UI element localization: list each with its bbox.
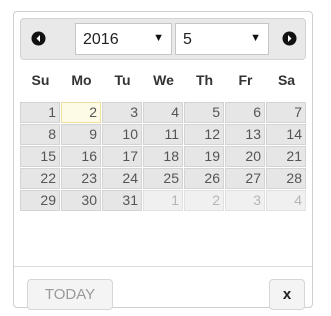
weekday-header-row: Su Mo Tu We Th Fr Sa [20, 72, 306, 104]
day-cell[interactable]: 7 [266, 102, 306, 123]
day-cell[interactable]: 28 [266, 168, 306, 189]
day-cell[interactable]: 26 [184, 168, 224, 189]
day-cell-other-month[interactable]: 3 [225, 190, 265, 211]
chevron-down-icon: ▼ [153, 32, 164, 44]
day-cell[interactable]: 14 [266, 124, 306, 145]
day-cell[interactable]: 25 [143, 168, 183, 189]
weekday-label: Tu [114, 72, 131, 88]
datepicker-header: 2016 ▼ 5 ▼ [20, 18, 306, 60]
day-cell[interactable]: 31 [102, 190, 142, 211]
day-cell-other-month[interactable]: 4 [266, 190, 306, 211]
day-cell[interactable]: 23 [61, 168, 101, 189]
day-cell[interactable]: 11 [143, 124, 183, 145]
day-cell[interactable]: 12 [184, 124, 224, 145]
day-cell[interactable]: 19 [184, 146, 224, 167]
day-cell[interactable]: 29 [20, 190, 60, 211]
prev-month-icon[interactable] [31, 31, 46, 46]
day-cell[interactable]: 8 [20, 124, 60, 145]
next-month-icon[interactable] [282, 31, 297, 46]
weekday-label: We [153, 72, 174, 88]
day-cell[interactable]: 17 [102, 146, 142, 167]
day-cell[interactable]: 6 [225, 102, 265, 123]
day-cell[interactable]: 22 [20, 168, 60, 189]
close-button[interactable]: x [269, 279, 305, 310]
month-select-value: 5 [183, 31, 192, 48]
day-cell-other-month[interactable]: 2 [184, 190, 224, 211]
day-cell[interactable]: 18 [143, 146, 183, 167]
chevron-down-icon: ▼ [250, 32, 261, 44]
day-cell[interactable]: 24 [102, 168, 142, 189]
day-cell[interactable]: 16 [61, 146, 101, 167]
footer-divider [14, 266, 312, 267]
day-cell[interactable]: 20 [225, 146, 265, 167]
month-select[interactable]: 5 ▼ [175, 23, 269, 55]
year-select-value: 2016 [83, 31, 119, 48]
calendar-grid: 1 2 3 4 5 6 7 8 9 10 11 12 13 14 15 16 1… [20, 102, 306, 264]
weekday-label: Fr [238, 72, 253, 88]
weekday-label: Mo [71, 72, 92, 88]
day-cell-highlighted[interactable]: 2 [61, 102, 101, 123]
datepicker: 2016 ▼ 5 ▼ Su Mo Tu We Th Fr Sa 1 2 3 4 … [13, 11, 313, 310]
weekday-label: Th [195, 72, 214, 88]
day-cell[interactable]: 15 [20, 146, 60, 167]
day-cell-other-month[interactable]: 1 [143, 190, 183, 211]
day-cell[interactable]: 13 [225, 124, 265, 145]
day-cell[interactable]: 5 [184, 102, 224, 123]
today-button[interactable]: TODAY [27, 279, 113, 310]
day-cell[interactable]: 4 [143, 102, 183, 123]
day-cell[interactable]: 27 [225, 168, 265, 189]
day-cell[interactable]: 21 [266, 146, 306, 167]
day-cell[interactable]: 10 [102, 124, 142, 145]
day-cell[interactable]: 1 [20, 102, 60, 123]
day-cell[interactable]: 9 [61, 124, 101, 145]
weekday-label: Su [31, 72, 50, 88]
weekday-label: Sa [277, 72, 296, 88]
year-select[interactable]: 2016 ▼ [75, 23, 172, 55]
day-cell[interactable]: 3 [102, 102, 142, 123]
day-cell[interactable]: 30 [61, 190, 101, 211]
